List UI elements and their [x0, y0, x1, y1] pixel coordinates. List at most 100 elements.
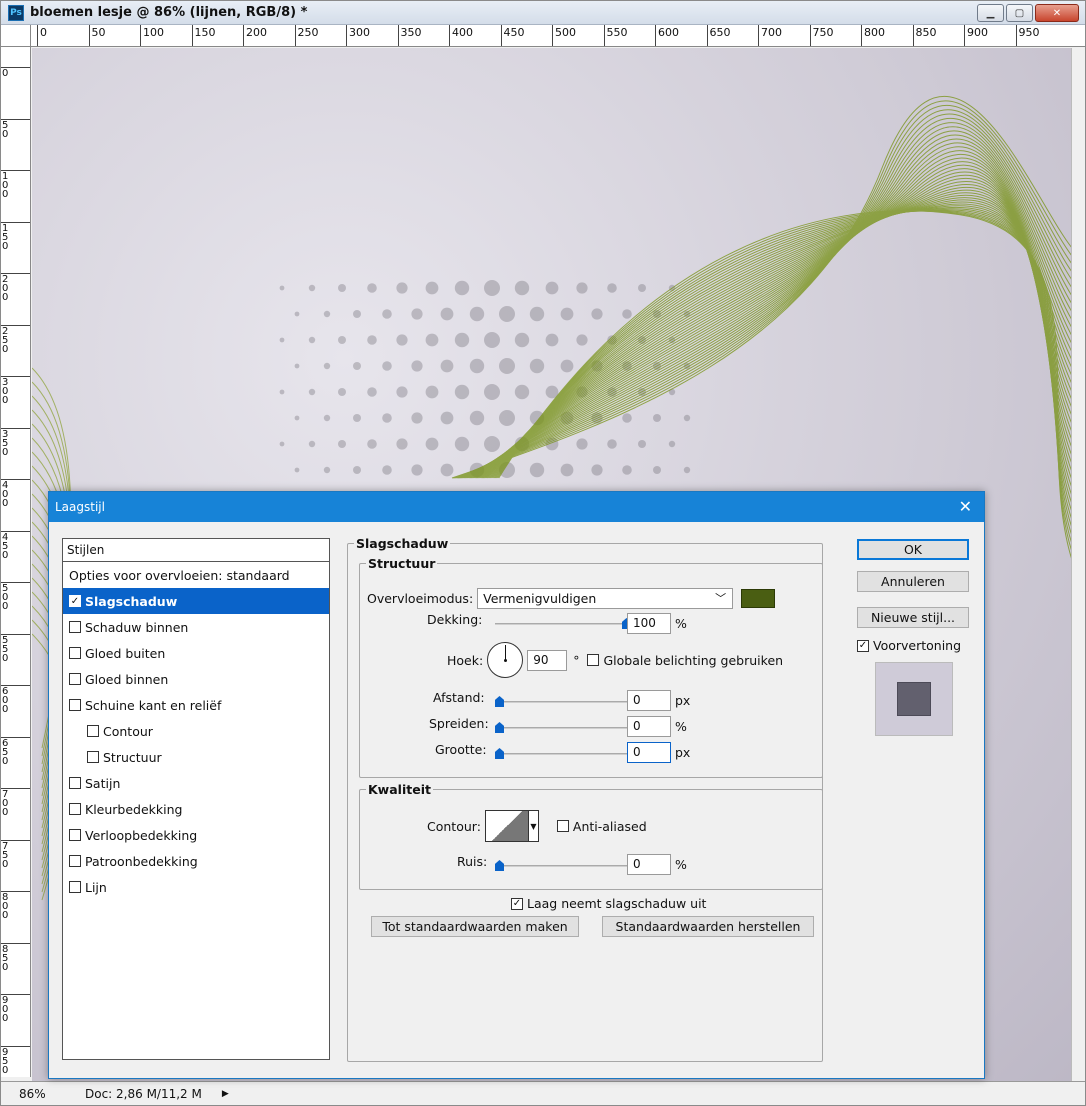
blend-mode-label: Overvloeimodus: — [367, 591, 474, 606]
angle-dial[interactable] — [487, 642, 524, 678]
dialog-title-bar[interactable]: Laagstijl — [49, 492, 984, 522]
blend-mode-select[interactable]: Vermenigvuldigen ﹀ — [477, 588, 734, 609]
style-checkbox[interactable] — [69, 829, 81, 841]
preview-checkbox[interactable]: ✓ — [857, 639, 869, 652]
style-item[interactable]: ✓ Slagschaduw — [63, 588, 329, 614]
style-checkbox[interactable] — [69, 621, 81, 633]
preview-label: Voorvertoning — [873, 638, 962, 653]
style-item[interactable]: Satijn — [63, 770, 329, 796]
style-item[interactable]: Gloed buiten — [63, 640, 329, 666]
halftone-dot — [638, 284, 646, 292]
zoom-level[interactable]: 86% — [1, 1087, 46, 1101]
reset-default-button[interactable]: Standaardwaarden herstellen — [602, 916, 814, 937]
make-default-button[interactable]: Tot standaardwaarden maken — [371, 916, 579, 937]
shadow-color-swatch[interactable] — [741, 589, 776, 608]
contour-preview[interactable] — [484, 810, 529, 842]
new-style-button[interactable]: Nieuwe stijl... — [857, 607, 969, 628]
ruler-tick-label: 800 — [1, 891, 30, 921]
style-checkbox[interactable] — [69, 673, 81, 685]
ruler-tick-label: 600 — [1, 685, 30, 715]
knockout-checkbox[interactable]: ✓ — [511, 897, 523, 910]
style-item[interactable]: Lijn — [63, 874, 329, 900]
style-item[interactable]: Patroonbedekking — [63, 848, 329, 874]
style-checkbox[interactable] — [69, 803, 81, 815]
styles-header[interactable]: Stijlen — [63, 539, 329, 562]
halftone-dot — [323, 310, 331, 318]
ruler-tick-label: 950 — [1015, 25, 1040, 46]
style-checkbox[interactable] — [69, 777, 81, 789]
halftone-dot — [367, 335, 377, 345]
minimize-button[interactable]: ▁ — [977, 4, 1004, 22]
halftone-dot — [440, 463, 454, 477]
size-field[interactable]: 0 — [627, 742, 671, 763]
maximize-button[interactable]: ▢ — [1006, 4, 1033, 22]
ruler-tick-label: 500 — [1, 582, 30, 612]
ruler-tick-label: 50 — [1, 118, 30, 139]
noise-slider[interactable] — [495, 860, 631, 871]
size-unit: px — [675, 745, 691, 760]
halftone-dot — [396, 438, 408, 450]
halftone-dot — [440, 359, 454, 373]
cancel-button[interactable]: Annuleren — [857, 571, 969, 592]
ruler-tick-label: 300 — [346, 25, 370, 46]
spread-field[interactable]: 0 — [627, 716, 671, 737]
spread-label: Spreiden: — [429, 716, 489, 731]
style-item[interactable]: Contour — [63, 718, 329, 744]
title-bar[interactable]: Ps bloemen lesje @ 86% (lijnen, RGB/8) *… — [1, 1, 1085, 25]
halftone-dot — [338, 440, 346, 448]
style-item[interactable]: Structuur — [63, 744, 329, 770]
style-item[interactable]: Verloopbedekking — [63, 822, 329, 848]
dialog-close-icon[interactable]: ✕ — [959, 497, 972, 516]
size-slider[interactable] — [495, 748, 631, 759]
global-light-checkbox[interactable] — [587, 654, 600, 666]
ruler-corner[interactable] — [1, 25, 31, 47]
distance-slider[interactable] — [495, 696, 631, 707]
style-checkbox[interactable]: ✓ — [69, 595, 81, 607]
halftone-dot — [279, 441, 285, 447]
wave-line — [479, 184, 1072, 479]
angle-field[interactable]: 90 — [527, 649, 568, 671]
blend-options-item[interactable]: Opties voor overvloeien: standaard — [63, 562, 329, 588]
contour-dropdown-icon[interactable]: ▼ — [528, 810, 539, 842]
noise-field[interactable]: 0 — [627, 854, 671, 875]
style-item[interactable]: Schaduw binnen — [63, 614, 329, 640]
halftone-dot — [545, 333, 559, 347]
halftone-dot — [622, 309, 632, 319]
style-item[interactable]: Gloed binnen — [63, 666, 329, 692]
halftone-dot — [323, 414, 331, 422]
halftone-dot — [469, 306, 485, 322]
halftone-dot — [382, 309, 392, 319]
style-checkbox[interactable] — [87, 751, 99, 763]
halftone-dot — [638, 440, 646, 448]
style-checkbox[interactable] — [69, 647, 81, 659]
halftone-dot — [279, 285, 285, 291]
ruler-tick-label: 200 — [243, 25, 267, 46]
halftone-dot — [338, 284, 346, 292]
style-checkbox[interactable] — [69, 881, 81, 893]
vertical-scrollbar[interactable] — [1071, 48, 1085, 1081]
style-checkbox[interactable] — [87, 725, 99, 737]
halftone-dot — [338, 388, 346, 396]
halftone-dot — [668, 440, 676, 448]
opacity-slider[interactable] — [495, 618, 631, 629]
spread-slider[interactable] — [495, 722, 631, 733]
halftone-dot — [576, 334, 588, 346]
halftone-dot — [440, 307, 454, 321]
style-checkbox[interactable] — [69, 699, 81, 711]
distance-unit: px — [675, 693, 691, 708]
style-item[interactable]: Kleurbedekking — [63, 796, 329, 822]
vertical-ruler[interactable]: 0 50 100 150 200 250 300 350 400 450 500 550 600 650 7… — [1, 47, 31, 1077]
style-item-label: Gloed buiten — [85, 645, 166, 661]
opacity-field[interactable]: 100 — [627, 613, 671, 634]
horizontal-ruler[interactable]: 0 50 100 150 200 250 300 350 400 450 500 550 600 650 7… — [31, 25, 1085, 47]
status-menu-arrow-icon[interactable]: ▶ — [222, 1089, 229, 1099]
style-item[interactable]: Schuine kant en reliëf — [63, 692, 329, 718]
distance-field[interactable]: 0 — [627, 690, 671, 711]
anti-aliased-checkbox[interactable] — [556, 820, 569, 832]
ruler-tick-label: 100 — [140, 25, 164, 46]
ruler-tick-label: 200 — [1, 273, 30, 303]
halftone-dot — [514, 332, 530, 348]
ok-button[interactable]: OK — [857, 539, 969, 560]
style-checkbox[interactable] — [69, 855, 81, 867]
close-button[interactable]: ✕ — [1035, 4, 1079, 22]
